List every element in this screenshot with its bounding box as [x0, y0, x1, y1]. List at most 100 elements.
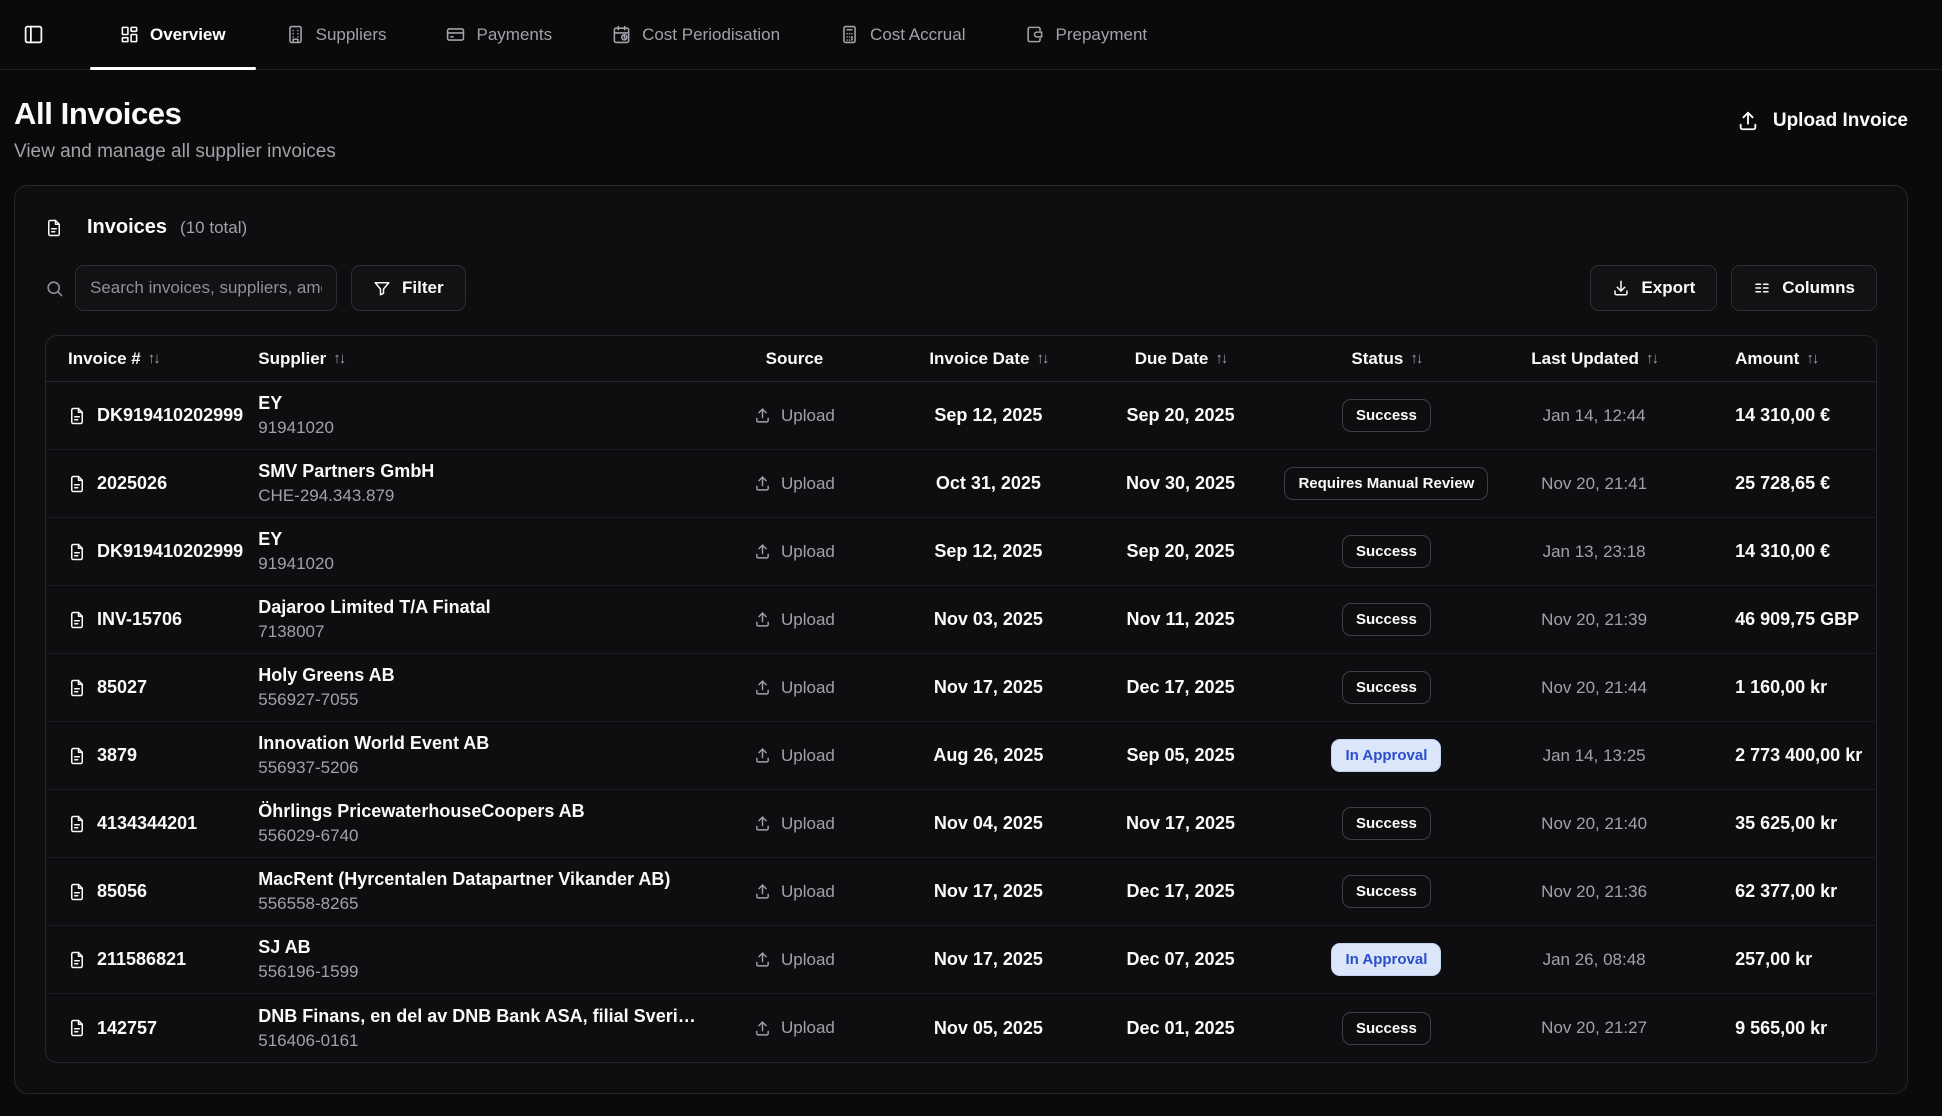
amount-cell: 35 625,00 kr — [1691, 813, 1876, 834]
amount-cell: 46 909,75 GBP — [1691, 609, 1876, 630]
supplier-cell: EY 91941020 — [258, 529, 697, 574]
source-upload-link[interactable]: Upload — [754, 814, 835, 834]
status-badge: Success — [1342, 603, 1431, 636]
due-date-cell: Dec 07, 2025 — [1085, 949, 1275, 970]
supplier-name: Holy Greens AB — [258, 665, 394, 686]
invoice-number-cell: 2025026 — [46, 473, 258, 494]
table-row[interactable]: DK919410202999 EY 91941020 Upload Sep 12… — [46, 382, 1876, 450]
export-button[interactable]: Export — [1590, 265, 1717, 311]
invoice-date: Oct 31, 2025 — [936, 473, 1041, 494]
column-header-invoice[interactable]: Invoice # ↑↓ — [46, 349, 258, 369]
column-header-amount[interactable]: Amount ↑↓ — [1691, 349, 1876, 369]
upload-icon — [754, 951, 771, 968]
invoice-number: 211586821 — [97, 949, 186, 970]
status-badge: Success — [1342, 671, 1431, 704]
upload-invoice-button[interactable]: Upload Invoice — [1737, 110, 1908, 132]
status-badge: Success — [1342, 399, 1431, 432]
amount-cell: 2 773 400,00 kr — [1691, 745, 1876, 766]
source-cell: Upload — [697, 882, 891, 902]
file-text-icon — [68, 815, 86, 833]
tab-overview[interactable]: Overview — [90, 0, 256, 69]
amount: 14 310,00 € — [1735, 405, 1830, 426]
file-text-icon — [68, 883, 86, 901]
columns-button[interactable]: Columns — [1731, 265, 1877, 311]
supplier-name: SJ AB — [258, 937, 358, 958]
sidebar-toggle-button[interactable] — [16, 18, 50, 52]
invoice-number: 4134344201 — [97, 813, 197, 834]
search-icon — [45, 279, 64, 298]
column-header-due-date[interactable]: Due Date ↑↓ — [1085, 349, 1275, 369]
tab-label: Overview — [150, 25, 226, 45]
table-row[interactable]: 3879 Innovation World Event AB 556937-52… — [46, 722, 1876, 790]
calendar-clock-icon — [612, 25, 631, 44]
table-row[interactable]: 211586821 SJ AB 556196-1599 Upload Nov 1… — [46, 926, 1876, 994]
table-row[interactable]: 2025026 SMV Partners GmbH CHE-294.343.87… — [46, 450, 1876, 518]
export-label: Export — [1641, 278, 1695, 298]
source-upload-link[interactable]: Upload — [754, 882, 835, 902]
status-badge: Requires Manual Review — [1284, 467, 1488, 500]
source-upload-label: Upload — [781, 474, 835, 494]
source-upload-label: Upload — [781, 406, 835, 426]
invoice-date: Nov 05, 2025 — [934, 1018, 1043, 1039]
tab-suppliers[interactable]: Suppliers — [256, 0, 417, 69]
table-row[interactable]: 85027 Holy Greens AB 556927-7055 Upload … — [46, 654, 1876, 722]
invoice-date-cell: Aug 26, 2025 — [891, 745, 1085, 766]
invoice-number: DK919410202999 — [97, 405, 243, 426]
table-row[interactable]: DK919410202999 EY 91941020 Upload Sep 12… — [46, 518, 1876, 586]
credit-card-icon — [446, 25, 465, 44]
invoice-number-cell: 85056 — [46, 881, 258, 902]
invoice-date: Nov 17, 2025 — [934, 881, 1043, 902]
column-header-invoice-date[interactable]: Invoice Date ↑↓ — [891, 349, 1085, 369]
source-upload-link[interactable]: Upload — [754, 406, 835, 426]
source-cell: Upload — [697, 746, 891, 766]
invoice-count: (10 total) — [180, 218, 247, 238]
filter-button[interactable]: Filter — [351, 265, 466, 311]
due-date-cell: Nov 17, 2025 — [1085, 813, 1275, 834]
table-toolbar: Filter Export Columns — [45, 265, 1877, 311]
invoices-card: Invoices (10 total) Filter Export Column… — [14, 185, 1908, 1094]
table-row[interactable]: INV-15706 Dajaroo Limited T/A Finatal 71… — [46, 586, 1876, 654]
invoice-number: 3879 — [97, 745, 137, 766]
supplier-cell: MacRent (Hyrcentalen Datapartner Vikande… — [258, 869, 697, 914]
file-text-icon — [68, 475, 86, 493]
upload-icon — [754, 1020, 771, 1037]
due-date: Nov 17, 2025 — [1126, 813, 1235, 834]
supplier-id: 556196-1599 — [258, 962, 358, 982]
funnel-icon — [373, 279, 391, 297]
status-badge: In Approval — [1331, 943, 1441, 976]
amount-cell: 9 565,00 kr — [1691, 1018, 1876, 1039]
source-upload-link[interactable]: Upload — [754, 542, 835, 562]
source-cell: Upload — [697, 950, 891, 970]
source-upload-link[interactable]: Upload — [754, 610, 835, 630]
tab-cost-periodisation[interactable]: Cost Periodisation — [582, 0, 810, 69]
source-upload-link[interactable]: Upload — [754, 746, 835, 766]
source-cell: Upload — [697, 814, 891, 834]
table-row[interactable]: 4134344201 Öhrlings PricewaterhouseCoope… — [46, 790, 1876, 858]
table-row[interactable]: 85056 MacRent (Hyrcentalen Datapartner V… — [46, 858, 1876, 926]
source-upload-link[interactable]: Upload — [754, 678, 835, 698]
upload-icon — [754, 747, 771, 764]
due-date-cell: Dec 17, 2025 — [1085, 677, 1275, 698]
download-icon — [1612, 279, 1630, 297]
source-upload-link[interactable]: Upload — [754, 950, 835, 970]
table-row[interactable]: 142757 DNB Finans, en del av DNB Bank AS… — [46, 994, 1876, 1062]
source-upload-link[interactable]: Upload — [754, 1018, 835, 1038]
column-header-supplier[interactable]: Supplier ↑↓ — [258, 349, 697, 369]
invoice-date: Nov 17, 2025 — [934, 949, 1043, 970]
supplier-id: 91941020 — [258, 554, 334, 574]
column-header-last-updated[interactable]: Last Updated ↑↓ — [1497, 349, 1691, 369]
tab-prepayment[interactable]: Prepayment — [995, 0, 1177, 69]
tab-cost-accrual[interactable]: Cost Accrual — [810, 0, 995, 69]
amount-cell: 1 160,00 kr — [1691, 677, 1876, 698]
upload-icon — [754, 611, 771, 628]
tab-payments[interactable]: Payments — [416, 0, 582, 69]
column-header-status[interactable]: Status ↑↓ — [1276, 349, 1497, 369]
search-input[interactable] — [75, 265, 337, 311]
source-upload-label: Upload — [781, 542, 835, 562]
last-updated: Nov 20, 21:40 — [1541, 814, 1647, 834]
status-cell: Success — [1276, 535, 1497, 568]
status-badge: Success — [1342, 1012, 1431, 1045]
supplier-id: 7138007 — [258, 622, 490, 642]
status-badge: Success — [1342, 875, 1431, 908]
source-upload-link[interactable]: Upload — [754, 474, 835, 494]
